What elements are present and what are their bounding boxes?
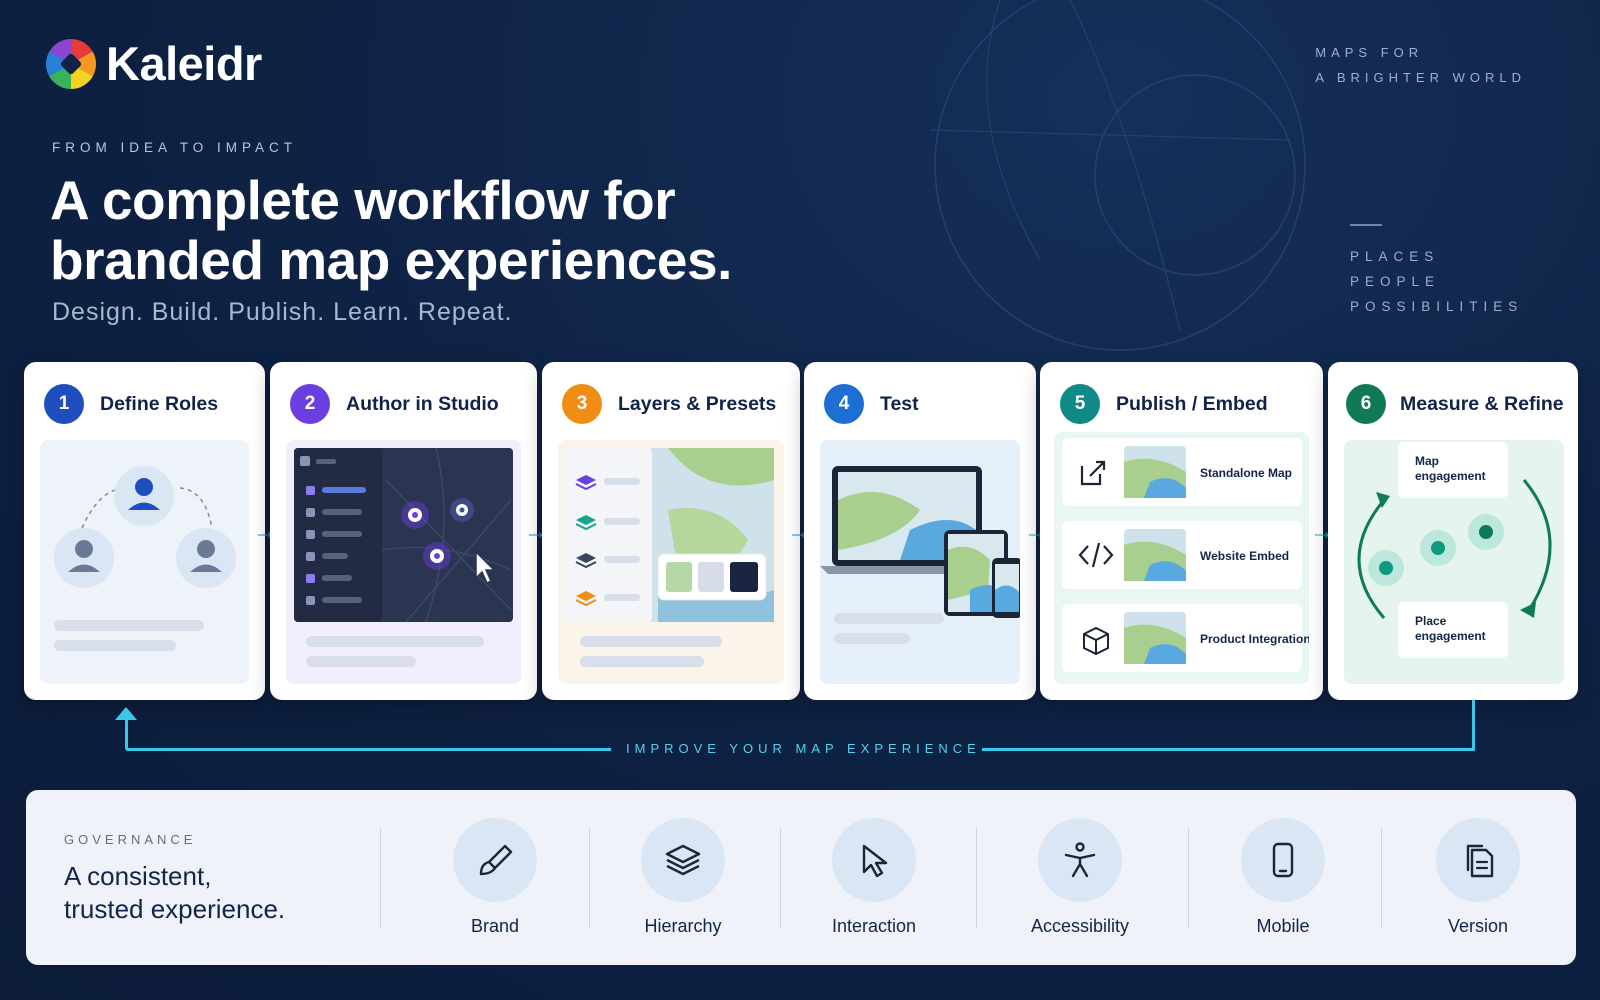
cursor-icon xyxy=(832,818,916,902)
publish-option-website-embed[interactable]: Website Embed xyxy=(1062,521,1302,589)
governance-item-brand[interactable]: Brand xyxy=(425,818,565,937)
governance-item-label: Hierarchy xyxy=(644,916,722,936)
svg-text:Map: Map xyxy=(1415,454,1439,468)
loop-line-right-vertical xyxy=(1472,700,1475,751)
roles-illustration xyxy=(40,440,249,684)
loop-line-right-horizontal xyxy=(982,748,1475,751)
step-card-layers-presets[interactable]: 3 Layers & Presets xyxy=(542,362,800,700)
devices-illustration xyxy=(820,440,1022,684)
hero-eyebrow: FROM IDEA TO IMPACT xyxy=(52,140,298,155)
document-icon xyxy=(1436,818,1520,902)
publish-option-label: Website Embed xyxy=(1200,549,1289,563)
step-title: Define Roles xyxy=(100,392,219,415)
governance-eyebrow: GOVERNANCE xyxy=(64,832,197,847)
step-number: 6 xyxy=(1346,384,1386,424)
accessibility-icon xyxy=(1038,818,1122,902)
governance-item-label: Brand xyxy=(470,916,520,936)
tagline-line-2: A BRIGHTER WORLD xyxy=(1315,70,1526,85)
keyword-people: PEOPLE xyxy=(1350,274,1441,289)
tagline-line-1: MAPS FOR xyxy=(1315,45,1424,60)
governance-panel: GOVERNANCE A consistent, trusted experie… xyxy=(26,790,1576,965)
governance-item-label: Mobile xyxy=(1256,916,1310,936)
step-header: 5 Publish / Embed xyxy=(1060,384,1268,424)
step-card-publish-embed[interactable]: 5 Publish / Embed Standalone Map Website… xyxy=(1040,362,1323,700)
publish-option-standalone[interactable]: Standalone Map xyxy=(1062,438,1302,506)
governance-title-line-1: A consistent, xyxy=(64,861,212,891)
step-card-author-in-studio[interactable]: 2 Author in Studio xyxy=(270,362,537,700)
step-number: 5 xyxy=(1060,384,1100,424)
studio-illustration xyxy=(286,440,521,684)
layers-illustration xyxy=(558,440,784,684)
step-title: Publish / Embed xyxy=(1116,392,1268,415)
step-title: Test xyxy=(880,392,919,415)
layers-map-mockup xyxy=(562,448,774,622)
step-header: 1 Define Roles xyxy=(44,384,218,424)
measure-cycle-graphic: Map engagement Place engagement xyxy=(1357,442,1552,658)
metric-place-engagement: Place engagement xyxy=(1398,602,1508,658)
right-dash-divider xyxy=(1350,224,1382,226)
step-card-measure-refine[interactable]: 6 Measure & Refine Map engagement Place … xyxy=(1328,362,1578,700)
step-title: Measure & Refine xyxy=(1400,392,1564,415)
publish-option-label: Standalone Map xyxy=(1200,466,1292,480)
brand-logo: Kaleidr xyxy=(46,36,262,91)
governance-title: A consistent, trusted experience. xyxy=(64,860,364,926)
right-keyword-list: PLACES PEOPLE POSSIBILITIES xyxy=(1350,244,1523,319)
svg-text:engagement: engagement xyxy=(1415,469,1486,483)
loop-line-left-vertical xyxy=(125,718,128,748)
publish-options-graphic: Standalone Map Website Embed Product Int… xyxy=(1062,438,1311,672)
step-number: 3 xyxy=(562,384,602,424)
studio-app-mockup xyxy=(294,447,513,623)
governance-item-label: Interaction xyxy=(831,916,917,936)
governance-divider xyxy=(780,828,781,928)
hero-headline: A complete workflow for branded map expe… xyxy=(50,170,910,290)
step-card-test[interactable]: 4 Test xyxy=(804,362,1036,700)
step-header: 6 Measure & Refine xyxy=(1346,384,1564,424)
measure-illustration: Map engagement Place engagement xyxy=(1344,440,1564,684)
governance-divider xyxy=(589,828,590,928)
step-header: 3 Layers & Presets xyxy=(562,384,776,424)
governance-item-mobile[interactable]: Mobile xyxy=(1213,818,1353,937)
brand-name: Kaleidr xyxy=(106,37,262,90)
governance-item-interaction[interactable]: Interaction xyxy=(804,818,944,937)
governance-item-label: Version xyxy=(1447,916,1509,936)
governance-divider xyxy=(1188,828,1189,928)
publish-options-panel: Standalone Map Website Embed Product Int… xyxy=(1054,432,1311,684)
governance-item-label: Accessibility xyxy=(1030,916,1130,936)
svg-text:engagement: engagement xyxy=(1415,629,1486,643)
loop-line-left-horizontal xyxy=(125,748,611,751)
step-title: Layers & Presets xyxy=(618,392,777,415)
governance-item-accessibility[interactable]: Accessibility xyxy=(1010,818,1150,937)
step-number: 1 xyxy=(44,384,84,424)
governance-title-line-2: trusted experience. xyxy=(64,894,286,924)
headline-line-1: A complete workflow for xyxy=(50,169,676,231)
governance-divider xyxy=(976,828,977,928)
publish-option-label: Product Integration xyxy=(1200,632,1309,646)
svg-text:Place: Place xyxy=(1415,614,1447,628)
loop-label: IMPROVE YOUR MAP EXPERIENCE xyxy=(626,741,981,756)
loop-arrow-up-icon xyxy=(115,707,137,720)
kaleidoscope-logo-icon xyxy=(46,38,96,89)
governance-divider xyxy=(1381,828,1382,928)
step-number: 4 xyxy=(824,384,864,424)
governance-item-version[interactable]: Version xyxy=(1408,818,1548,937)
publish-option-product-integration[interactable]: Product Integration xyxy=(1062,604,1311,672)
step-title: Author in Studio xyxy=(346,392,499,415)
step-number: 2 xyxy=(290,384,330,424)
tagline-right: MAPS FOR A BRIGHTER WORLD xyxy=(1315,40,1526,90)
step-header: 2 Author in Studio xyxy=(290,384,499,424)
metric-map-engagement: Map engagement xyxy=(1398,442,1508,498)
devices-mockup xyxy=(820,466,1022,618)
phone-icon xyxy=(1241,818,1325,902)
hero-subline: Design. Build. Publish. Learn. Repeat. xyxy=(52,298,513,326)
keyword-places: PLACES xyxy=(1350,249,1440,264)
governance-divider xyxy=(380,828,381,928)
brush-icon xyxy=(453,818,537,902)
step-card-define-roles[interactable]: 1 Define Roles xyxy=(24,362,265,700)
governance-item-hierarchy[interactable]: Hierarchy xyxy=(613,818,753,937)
step-header: 4 Test xyxy=(824,384,919,424)
layers-icon xyxy=(641,818,725,902)
headline-line-2: branded map experiences. xyxy=(50,229,732,291)
keyword-possibilities: POSSIBILITIES xyxy=(1350,299,1524,314)
